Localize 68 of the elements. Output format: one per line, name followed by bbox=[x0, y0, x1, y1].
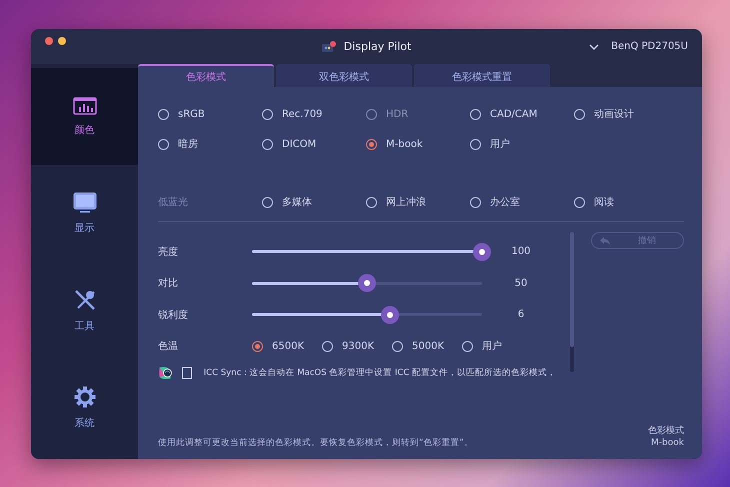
radio-button[interactable] bbox=[252, 340, 263, 352]
option-label: M-book bbox=[386, 138, 423, 150]
tab[interactable]: 双色彩模式 bbox=[276, 64, 412, 87]
radio-button[interactable] bbox=[574, 196, 585, 208]
radio-button[interactable] bbox=[574, 108, 585, 120]
radio-button[interactable] bbox=[262, 108, 273, 120]
tools-icon bbox=[74, 288, 96, 310]
slider-value: 100 bbox=[510, 246, 532, 258]
radio-button[interactable] bbox=[158, 108, 169, 120]
slider-label: 锐利度 bbox=[158, 308, 189, 322]
sidebar-item[interactable]: 系统 bbox=[31, 359, 138, 456]
option-label: 暗房 bbox=[178, 138, 198, 151]
radio-button[interactable] bbox=[470, 196, 481, 208]
slider-thumb[interactable] bbox=[358, 274, 376, 292]
sidebar-item[interactable]: 工具 bbox=[31, 262, 138, 359]
slider-thumb[interactable] bbox=[381, 306, 399, 324]
slider-label: 亮度 bbox=[158, 246, 179, 259]
current-mode-label: 色彩模式 bbox=[648, 425, 684, 437]
option-label: 6500K bbox=[272, 340, 304, 352]
footer-note: 使用此调整可更改当前选择的色彩模式。要恢复色彩模式，则转到“色彩重置”。 bbox=[158, 437, 473, 449]
option-label: 5000K bbox=[412, 340, 444, 352]
slider-label: 对比 bbox=[158, 276, 179, 290]
option-label: HDR bbox=[386, 108, 408, 120]
radio-button[interactable] bbox=[262, 196, 273, 208]
sidebar-item[interactable]: 颜色 bbox=[31, 68, 138, 165]
radio-button[interactable] bbox=[462, 340, 474, 352]
radio-button[interactable] bbox=[322, 340, 334, 352]
chevron-down-icon[interactable] bbox=[589, 44, 600, 50]
mode-group-label: 低蓝光 bbox=[158, 196, 188, 209]
radio-button[interactable] bbox=[366, 138, 377, 150]
radio-button[interactable] bbox=[470, 138, 481, 150]
checkbox[interactable] bbox=[182, 367, 192, 379]
slider-value: 50 bbox=[514, 278, 528, 289]
icc-sync-description: ICC Sync : 这会自动在 MacOS 色彩管理中设置 ICC 配置文件，以匹配所选的色彩模式， bbox=[204, 367, 556, 379]
app-logo-icon bbox=[322, 40, 336, 52]
option-label: sRGB bbox=[178, 108, 205, 120]
sidebar-item[interactable]: 显示 bbox=[31, 165, 138, 262]
undo-arrow-icon bbox=[600, 236, 610, 244]
radio-button[interactable] bbox=[366, 196, 377, 208]
minimize-button[interactable] bbox=[58, 36, 66, 44]
slider-value: 6 bbox=[516, 309, 526, 320]
current-mode-value: M-book bbox=[651, 437, 684, 449]
window-title: Display Pilot bbox=[344, 40, 412, 53]
tab[interactable]: 色彩模式 bbox=[138, 64, 274, 87]
monitor-icon bbox=[72, 192, 96, 213]
option-label: 阅读 bbox=[594, 196, 614, 209]
tab[interactable]: 色彩模式重置 bbox=[414, 64, 550, 87]
slider-thumb[interactable] bbox=[473, 242, 491, 261]
option-label: Rec.709 bbox=[282, 108, 322, 120]
option-label: 用户 bbox=[482, 340, 502, 354]
option-label: 多媒体 bbox=[282, 196, 312, 209]
option-label: 办公室 bbox=[490, 196, 520, 209]
settings-icon bbox=[74, 386, 96, 408]
color-sync-icon bbox=[158, 364, 174, 382]
option-label: 动画设计 bbox=[594, 108, 634, 121]
option-label: 9300K bbox=[342, 340, 374, 352]
radio-button[interactable] bbox=[158, 138, 169, 150]
device-name[interactable]: BenQ PD2705U bbox=[611, 41, 688, 52]
option-label: 网上冲浪 bbox=[386, 196, 426, 209]
radio-button[interactable] bbox=[392, 340, 404, 352]
color-temp-label: 色温 bbox=[158, 340, 179, 354]
bar-chart-icon bbox=[72, 96, 96, 114]
option-label: 用户 bbox=[490, 138, 510, 151]
option-label: CAD/CAM bbox=[490, 108, 538, 120]
option-label: DICOM bbox=[282, 138, 316, 150]
radio-button[interactable] bbox=[262, 138, 273, 150]
radio-button[interactable] bbox=[470, 108, 481, 120]
close-button[interactable] bbox=[45, 36, 53, 44]
